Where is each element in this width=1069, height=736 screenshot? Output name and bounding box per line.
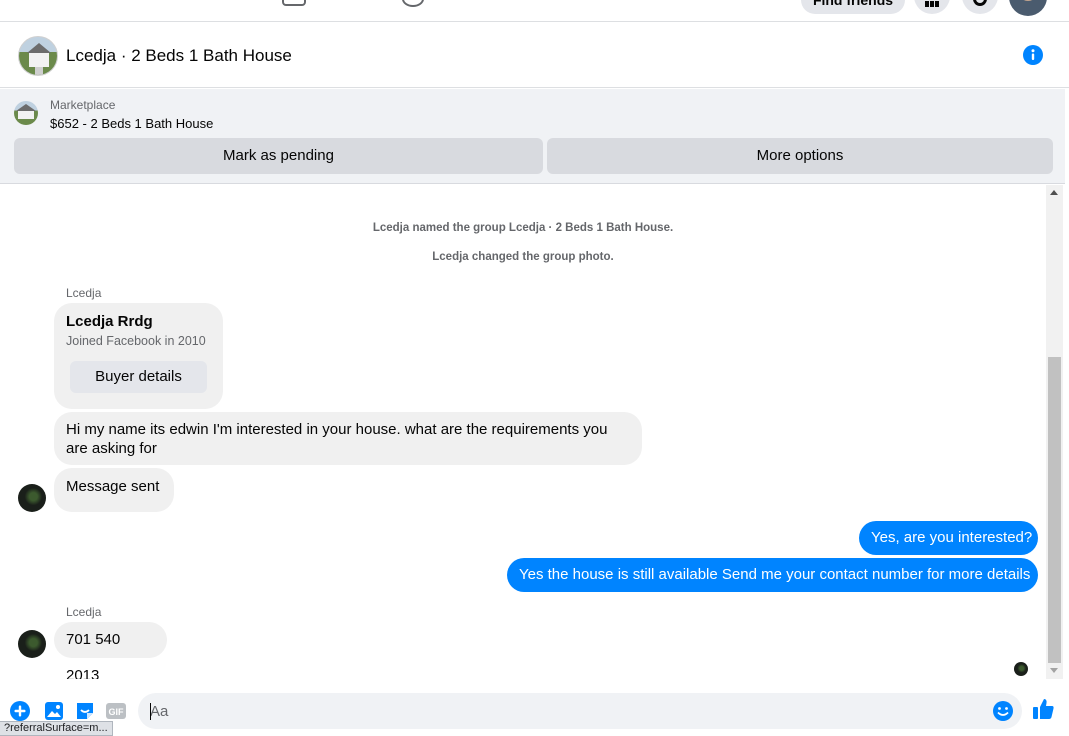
info-icon[interactable] [1023, 45, 1043, 65]
account-avatar[interactable] [1009, 0, 1047, 16]
thumbs-up-icon[interactable] [1031, 697, 1055, 721]
scrollbar-thumb[interactable] [1048, 357, 1061, 663]
outgoing-message-bubble[interactable]: Yes the house is still available Send me… [507, 558, 1038, 592]
emoji-icon[interactable] [992, 700, 1014, 722]
buyer-card: Lcedja Rrdg Joined Facebook in 2010 Buye… [54, 303, 223, 409]
group-avatar[interactable] [18, 36, 58, 76]
chat-title[interactable]: Lcedja · 2 Beds 1 Bath House [66, 46, 292, 66]
house-image [14, 101, 38, 125]
profile-nav-icon[interactable] [402, 0, 424, 7]
gear-icon [973, 0, 987, 6]
more-options-button[interactable]: More options [547, 138, 1053, 174]
notifications-button[interactable] [962, 0, 998, 14]
grid-nav-icon[interactable] [282, 0, 306, 6]
status-bar-url: ?referralSurface=m... [0, 721, 113, 736]
message-bubble[interactable]: Hi my name its edwin I'm interested in y… [54, 412, 642, 465]
listing-title[interactable]: $652 - 2 Beds 1 Bath House [50, 116, 213, 131]
message-composer: GIF [0, 680, 1069, 736]
svg-text:GIF: GIF [109, 707, 125, 717]
menu-button[interactable] [914, 0, 950, 14]
outgoing-message-bubble[interactable]: Yes, are you interested? [859, 521, 1038, 555]
sticker-icon[interactable] [74, 700, 96, 722]
sender-name: Lcedja [66, 605, 102, 619]
mark-as-pending-button[interactable]: Mark as pending [14, 138, 543, 174]
message-bubble[interactable]: 701 540 2013 [54, 622, 167, 679]
contact-avatar[interactable] [18, 484, 46, 512]
buyer-joined: Joined Facebook in 2010 [66, 334, 206, 348]
sender-name: Lcedja [66, 286, 102, 300]
gif-icon[interactable]: GIF [105, 700, 127, 722]
plus-circle-icon[interactable] [9, 700, 31, 722]
system-message: Lcedja changed the group photo. [432, 251, 614, 263]
text-caret [150, 703, 151, 720]
chat-header: Lcedja · 2 Beds 1 Bath House [0, 23, 1069, 88]
message-bubble[interactable]: Message sent [54, 468, 174, 512]
find-friends-button[interactable]: Find friends [801, 0, 905, 14]
seen-indicator-avatar [1014, 662, 1028, 676]
buyer-details-button[interactable]: Buyer details [70, 361, 207, 393]
message-input[interactable] [138, 693, 1022, 729]
scroll-down-arrow-icon[interactable] [1050, 668, 1058, 673]
listing-thumbnail[interactable] [14, 101, 38, 125]
photo-icon[interactable] [43, 700, 65, 722]
marketplace-label: Marketplace [50, 98, 116, 112]
message-thread[interactable]: Lcedja named the group Lcedja · 2 Beds 1… [0, 185, 1046, 679]
contact-avatar[interactable] [18, 630, 46, 658]
menu-icon [925, 1, 939, 7]
marketplace-banner: Marketplace $652 - 2 Beds 1 Bath House M… [0, 89, 1065, 184]
house-image [19, 37, 57, 75]
top-navigation-bar: Find friends [0, 0, 1069, 22]
system-message: Lcedja named the group Lcedja · 2 Beds 1… [372, 222, 674, 234]
buyer-name: Lcedja Rrdg [66, 313, 153, 330]
thread-scrollbar[interactable] [1046, 185, 1063, 679]
scroll-up-arrow-icon[interactable] [1050, 190, 1058, 195]
